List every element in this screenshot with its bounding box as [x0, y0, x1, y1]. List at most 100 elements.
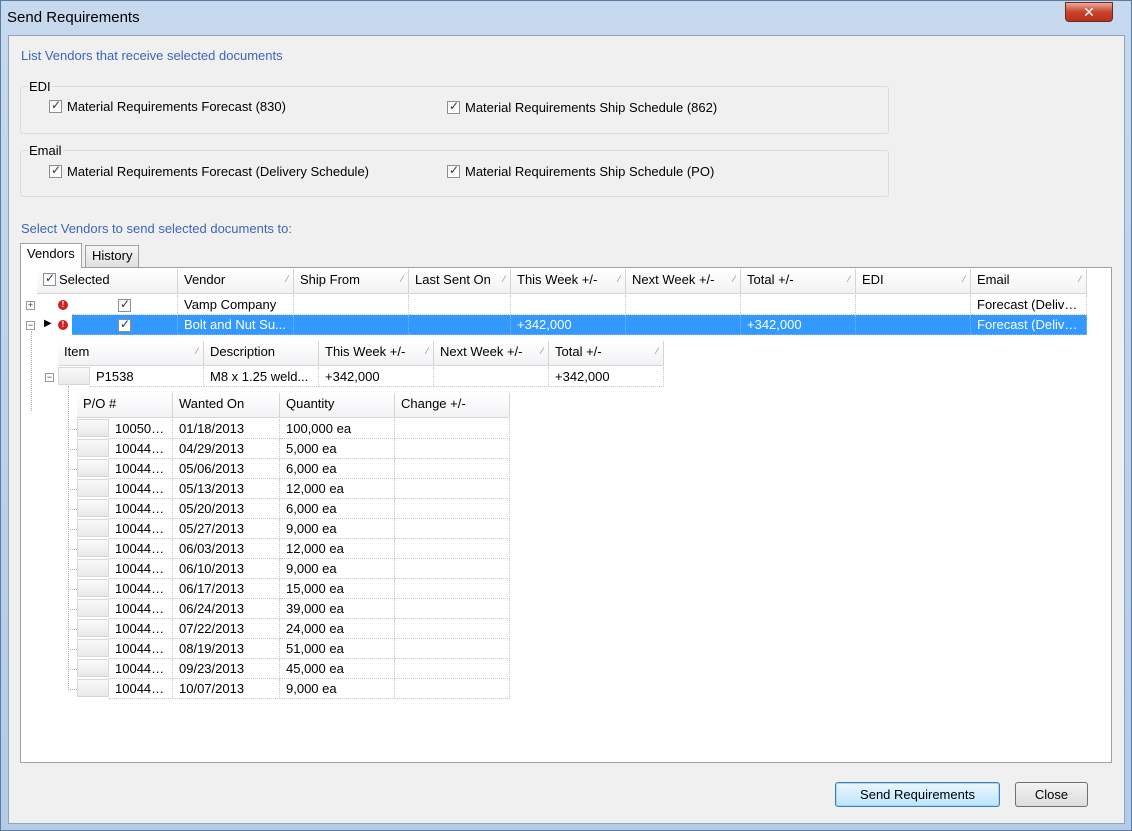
col-header-label: Wanted On	[179, 396, 245, 411]
wanted-on-cell: 05/06/2013	[173, 459, 280, 479]
change-cell	[395, 659, 510, 679]
row-selector[interactable]	[77, 479, 109, 497]
col-header-selected[interactable]: Selected	[37, 269, 178, 294]
col-header-label: Vendor	[184, 272, 226, 287]
col-header-email[interactable]: Email ⁄	[971, 269, 1087, 294]
row-selector[interactable]	[77, 639, 109, 657]
email-group-label: Email	[28, 143, 63, 158]
edi-group-label: EDI	[28, 79, 52, 94]
last-sent-cell	[409, 295, 511, 315]
change-cell	[395, 619, 510, 639]
tree-line	[68, 569, 77, 570]
col-header-item-this-week[interactable]: This Week +/- ⁄	[319, 341, 434, 366]
item-cell: P1538	[90, 367, 204, 387]
col-header-label: Last Sent On	[415, 272, 491, 287]
tree-line	[68, 489, 77, 490]
vendors-panel: Selected Vendor ⁄ Ship From ⁄ Last Sent On…	[20, 267, 1112, 763]
row-selector[interactable]	[77, 659, 109, 677]
row-selector[interactable]	[77, 439, 109, 457]
col-header-next-week[interactable]: Next Week +/- ⁄	[626, 269, 741, 294]
col-header-label: EDI	[862, 272, 884, 287]
expand-icon[interactable]: +	[26, 301, 35, 310]
dialog-client: List Vendors that receive selected docum…	[8, 35, 1125, 824]
wanted-on-cell: 07/22/2013	[173, 619, 280, 639]
item-total-cell: +342,000	[549, 367, 664, 387]
sort-icon: ⁄	[541, 346, 543, 356]
row-selector[interactable]	[77, 679, 109, 697]
email-forecast-label: Material Requirements Forecast (Delivery…	[67, 164, 370, 179]
sort-icon: ⁄	[963, 274, 965, 284]
row-selector[interactable]	[77, 579, 109, 597]
row-selector[interactable]	[77, 419, 109, 437]
col-header-total[interactable]: Total +/- ⁄	[741, 269, 856, 294]
col-header-this-week[interactable]: This Week +/- ⁄	[511, 269, 626, 294]
row-selector[interactable]	[77, 619, 109, 637]
edi-cell	[856, 315, 971, 335]
row-selector[interactable]	[77, 559, 109, 577]
col-header-description[interactable]: Description	[204, 341, 319, 366]
close-icon[interactable]: ✕	[1065, 2, 1113, 22]
email-ship-schedule-label: Material Requirements Ship Schedule (PO)	[465, 164, 715, 179]
col-header-item-next-week[interactable]: Next Week +/- ⁄	[434, 341, 549, 366]
change-cell	[395, 579, 510, 599]
col-header-edi[interactable]: EDI ⁄	[856, 269, 971, 294]
list-vendors-heading: List Vendors that receive selected docum…	[21, 48, 283, 63]
row-selector[interactable]	[77, 599, 109, 617]
wanted-on-cell: 06/10/2013	[173, 559, 280, 579]
col-header-item[interactable]: Item ⁄	[58, 341, 204, 366]
select-all-checkbox[interactable]	[43, 271, 56, 287]
col-header-wanted-on[interactable]: Wanted On	[173, 393, 280, 418]
email-forecast-checkbox[interactable]: Material Requirements Forecast (Delivery…	[49, 163, 370, 179]
change-cell	[395, 419, 510, 439]
col-header-po[interactable]: P/O #	[77, 393, 173, 418]
col-header-quantity[interactable]: Quantity	[280, 393, 395, 418]
po-cell: 100445...	[109, 579, 173, 599]
row-selector[interactable]	[77, 499, 109, 517]
po-cell: 100445...	[109, 539, 173, 559]
quantity-cell: 9,000 ea	[280, 559, 395, 579]
change-cell	[395, 439, 510, 459]
email-ship-schedule-checkbox[interactable]: Material Requirements Ship Schedule (PO)	[447, 163, 715, 179]
quantity-cell: 5,000 ea	[280, 439, 395, 459]
sort-icon: ⁄	[503, 274, 505, 284]
collapse-icon[interactable]: −	[45, 373, 54, 382]
send-requirements-button[interactable]: Send Requirements	[835, 782, 1000, 807]
wanted-on-cell: 09/23/2013	[173, 659, 280, 679]
row-selector[interactable]	[77, 539, 109, 557]
tree-line	[68, 649, 77, 650]
change-cell	[395, 559, 510, 579]
col-header-vendor[interactable]: Vendor ⁄	[178, 269, 294, 294]
wanted-on-cell: 10/07/2013	[173, 679, 280, 699]
row-selector[interactable]	[77, 519, 109, 537]
edi-forecast-checkbox[interactable]: Material Requirements Forecast (830)	[49, 98, 286, 114]
change-cell	[395, 519, 510, 539]
tab-vendors[interactable]: Vendors	[20, 243, 82, 268]
wanted-on-cell: 05/13/2013	[173, 479, 280, 499]
tab-history[interactable]: History	[85, 245, 140, 267]
edi-ship-schedule-label: Material Requirements Ship Schedule (862…	[465, 100, 718, 115]
email-cell: Forecast (Delive...	[971, 315, 1087, 335]
col-header-change[interactable]: Change +/-	[395, 393, 510, 418]
row-checkbox[interactable]	[118, 317, 131, 333]
change-cell	[395, 679, 510, 699]
edi-ship-schedule-checkbox[interactable]: Material Requirements Ship Schedule (862…	[447, 99, 718, 115]
vendor-cell: Vamp Company	[178, 295, 294, 315]
close-button[interactable]: Close	[1015, 782, 1088, 807]
row-checkbox[interactable]	[118, 297, 131, 313]
row-selected-cell[interactable]	[72, 315, 178, 335]
change-cell	[395, 479, 510, 499]
ship-from-cell	[294, 315, 409, 335]
col-header-last-sent[interactable]: Last Sent On ⁄	[409, 269, 511, 294]
col-header-item-total[interactable]: Total +/- ⁄	[549, 341, 664, 366]
collapse-icon[interactable]: −	[26, 321, 35, 330]
col-header-label: Next Week +/-	[632, 272, 715, 287]
sort-icon: ⁄	[618, 274, 620, 284]
row-selector[interactable]	[77, 459, 109, 477]
edi-forecast-label: Material Requirements Forecast (830)	[67, 99, 286, 114]
col-header-ship-from[interactable]: Ship From ⁄	[294, 269, 409, 294]
row-selected-cell[interactable]	[72, 295, 178, 315]
row-selector[interactable]	[58, 367, 90, 385]
tree-line	[31, 331, 32, 411]
quantity-cell: 6,000 ea	[280, 459, 395, 479]
sort-icon: ⁄	[286, 274, 288, 284]
